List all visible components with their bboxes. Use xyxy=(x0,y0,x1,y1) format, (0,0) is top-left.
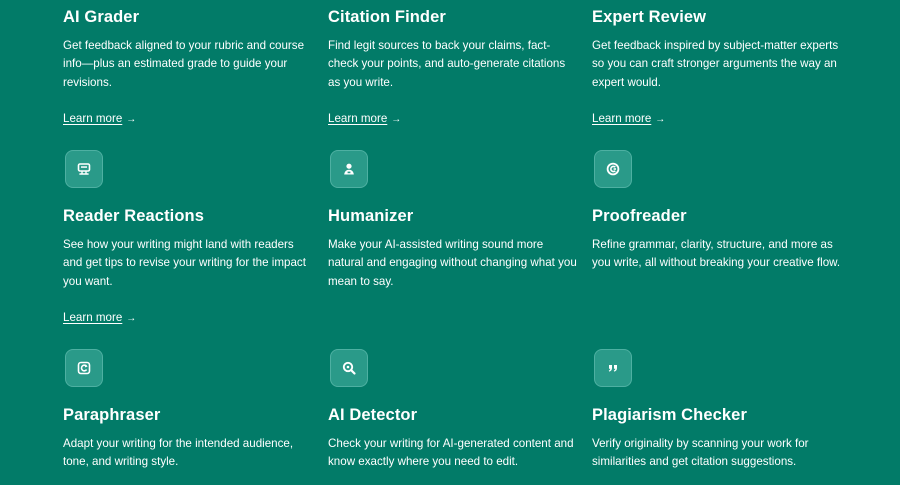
card-description: Make your AI-assisted writing sound more… xyxy=(328,238,577,288)
card-title: Expert Review xyxy=(592,8,707,26)
card-description: Verify originality by scanning your work… xyxy=(592,437,809,469)
learn-more-link[interactable]: Learn more → xyxy=(592,111,665,128)
card-description: Find legit sources to back your claims, … xyxy=(328,39,566,89)
arrow-right-icon: → xyxy=(655,114,666,125)
learn-more-link[interactable]: Learn more → xyxy=(63,111,136,128)
learn-more-link[interactable]: Learn more → xyxy=(63,310,136,327)
proofread-icon xyxy=(594,150,632,188)
card-title: Paraphraser xyxy=(63,406,161,424)
learn-more-label: Learn more xyxy=(592,112,652,125)
card-title: Proofreader xyxy=(592,207,687,225)
card-description: Get feedback aligned to your rubric and … xyxy=(63,39,305,89)
learn-more-link[interactable]: Learn more → xyxy=(328,111,401,128)
card-title: Plagiarism Checker xyxy=(592,406,747,424)
arrow-right-icon: → xyxy=(126,313,137,324)
card-description: Adapt your writing for the intended audi… xyxy=(63,437,294,469)
card-description: See how your writing might land with rea… xyxy=(63,238,306,288)
arrow-right-icon: → xyxy=(126,114,137,125)
features-grid: AI Grader Get feedback aligned to your r… xyxy=(63,0,863,485)
reader-reactions-icon xyxy=(65,150,103,188)
magnifier-icon xyxy=(330,349,368,387)
person-icon xyxy=(330,150,368,188)
quote-icon xyxy=(594,349,632,387)
card-title: AI Grader xyxy=(63,8,140,26)
arrow-right-icon: → xyxy=(391,114,402,125)
card-title: Humanizer xyxy=(328,207,414,225)
card-description: Refine grammar, clarity, structure, and … xyxy=(592,238,841,270)
learn-more-label: Learn more xyxy=(63,311,123,324)
card-title: Citation Finder xyxy=(328,8,446,26)
card-description: Get feedback inspired by subject-matter … xyxy=(592,39,839,89)
learn-more-label: Learn more xyxy=(63,112,123,125)
card-title: AI Detector xyxy=(328,406,418,424)
card-title: Reader Reactions xyxy=(63,207,204,225)
learn-more-label: Learn more xyxy=(328,112,388,125)
paraphrase-icon xyxy=(65,349,103,387)
card-description: Check your writing for AI-generated cont… xyxy=(328,437,574,469)
